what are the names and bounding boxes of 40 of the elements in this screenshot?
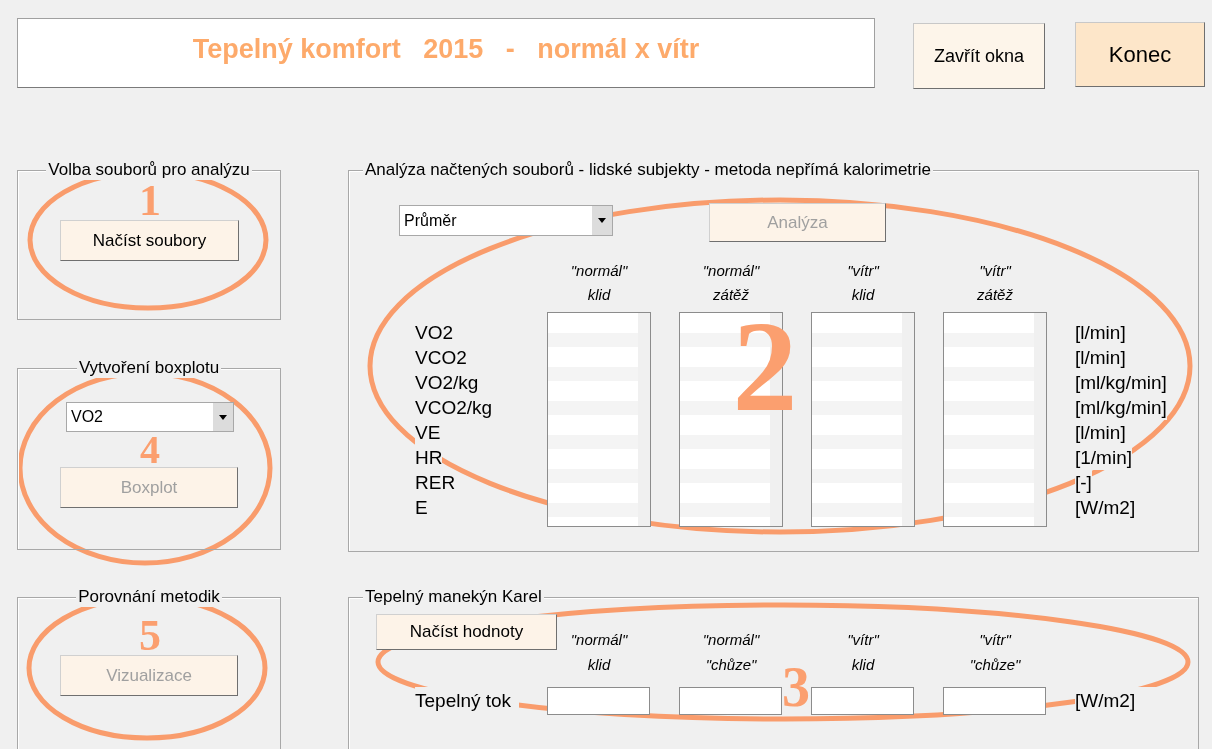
caret-icon (598, 218, 606, 223)
input-field[interactable] (943, 687, 1046, 715)
list-box[interactable] (547, 312, 651, 527)
column-header: "vítr" (979, 261, 1011, 281)
column-header: "vítr" (979, 630, 1011, 650)
column-header: "chůze" (969, 655, 1021, 675)
column-header: "normál" (570, 630, 628, 650)
list-box[interactable] (811, 312, 915, 527)
header-button[interactable]: Zavřít okna (913, 23, 1045, 89)
panel-title: Vytvoření boxplotu (76, 358, 222, 378)
column-header: klid (851, 655, 875, 675)
column-header: zátěž (977, 285, 1013, 305)
column-header: "normál" (570, 261, 628, 281)
load-files-button[interactable]: Načíst soubory (60, 220, 239, 261)
input-field[interactable] (679, 687, 782, 715)
column-header: zátěž (713, 285, 749, 305)
column-header: "normál" (702, 630, 760, 650)
load-values-button[interactable]: Načíst hodnoty (376, 614, 557, 650)
input-field[interactable] (547, 687, 650, 715)
column-header: klid (587, 655, 611, 675)
header-button[interactable]: Konec (1075, 22, 1205, 87)
column-header: "vítr" (847, 261, 879, 281)
column-header: klid (851, 285, 875, 305)
unit-label: [1/min] (1075, 445, 1133, 470)
panel-title: Tepelný manekýn Karel (363, 587, 544, 607)
caret-icon (219, 414, 227, 420)
dropdown[interactable]: VO2 (66, 402, 234, 432)
panel-title: Porovnání metodik (76, 587, 222, 607)
unit-label: [-] (1075, 470, 1092, 495)
panel-title: Volba souborů pro analýzu (46, 160, 252, 180)
column-header: "chůze" (705, 655, 757, 675)
column-header: klid (587, 285, 611, 305)
annotation-number: 3 (782, 656, 810, 718)
panel-title: Analýza načtených souborů - lidské subjekty - metoda nepřímá kalorimetrie (363, 160, 933, 180)
column-header: "vítr" (847, 630, 879, 650)
dropdown[interactable]: Průměr (399, 205, 613, 236)
app-title: Tepelný komfort 2015 - normál x vítr (17, 18, 875, 88)
column-header: "normál" (702, 261, 760, 281)
list-box[interactable] (943, 312, 1047, 527)
input-field[interactable] (811, 687, 914, 715)
